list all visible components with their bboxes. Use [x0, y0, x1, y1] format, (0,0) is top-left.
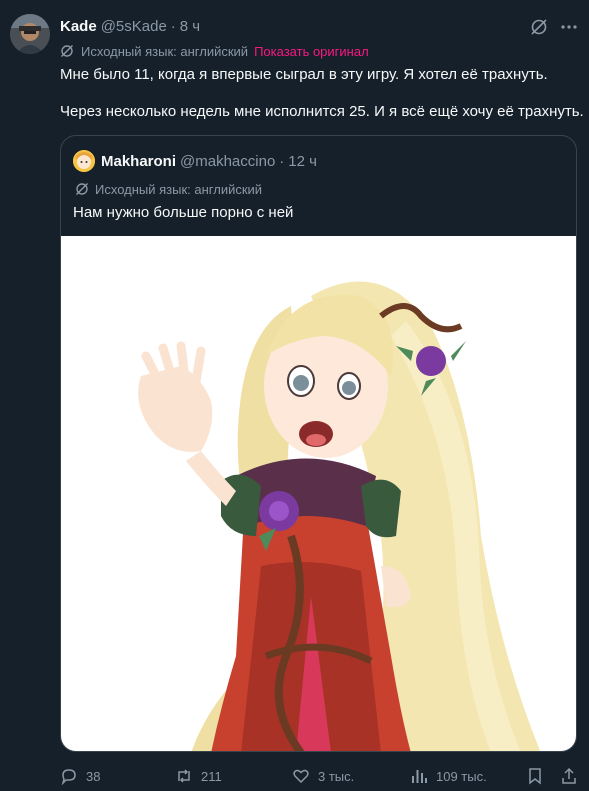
translate-icon: [75, 182, 89, 196]
quoted-author-name[interactable]: Makharoni: [101, 153, 176, 170]
show-original-link[interactable]: Показать оригинал: [254, 44, 369, 59]
translation-label: Исходный язык: английский: [81, 43, 249, 59]
views-count: 109 тыс.: [436, 768, 487, 784]
views-icon: [412, 770, 427, 783]
quoted-author-avatar[interactable]: [73, 150, 95, 172]
retweet-icon: [178, 769, 190, 783]
author-avatar[interactable]: [10, 14, 50, 54]
tweet-text-line1: Мне было 11, когда я впервые сыграл в эт…: [60, 66, 548, 83]
bookmark-button[interactable]: [526, 766, 544, 786]
quoted-author-handle[interactable]: @makhaccino: [180, 153, 275, 170]
separator-dot: ·: [170, 17, 176, 35]
quoted-media-image[interactable]: [61, 236, 576, 751]
reply-count: 38: [86, 768, 101, 784]
grok-icon[interactable]: [530, 18, 548, 36]
quoted-tweet[interactable]: Makharoni @makhaccino · 12 ч Исходный яз…: [60, 135, 577, 752]
quoted-time[interactable]: 12 ч: [288, 153, 317, 170]
share-icon: [562, 767, 576, 784]
more-dots-icon[interactable]: [558, 16, 580, 38]
action-bar: 38 211 3 тыс. 109 тыс.: [60, 766, 580, 786]
author-handle[interactable]: @5sKade: [101, 18, 167, 35]
separator-dot: ·: [279, 152, 285, 170]
quoted-header: Makharoni @makhaccino · 12 ч: [101, 151, 317, 171]
tweet[interactable]: Kade @5sKade · 8 ч Исходный язык: англий…: [0, 0, 589, 791]
heart-icon: [293, 769, 309, 784]
quoted-text: Нам нужно больше порно с ней: [73, 204, 294, 221]
views-button[interactable]: 109 тыс.: [410, 766, 487, 786]
reply-icon: [61, 769, 76, 785]
reply-button[interactable]: 38: [60, 766, 100, 786]
like-button[interactable]: 3 тыс.: [292, 766, 354, 786]
translation-note: Исходный язык: английский Показать ориги…: [60, 43, 369, 59]
tweet-header: Kade @5sKade · 8 ч: [60, 16, 200, 36]
retweet-button[interactable]: 211: [175, 766, 222, 786]
translate-icon: [60, 44, 74, 58]
tweet-text-line2: Через несколько недель мне исполнится 25…: [60, 103, 584, 120]
retweet-count: 211: [201, 768, 222, 784]
bookmark-icon: [529, 768, 541, 785]
author-name[interactable]: Kade: [60, 18, 97, 35]
quoted-translation-label: Исходный язык: английский: [95, 181, 263, 197]
tweet-time[interactable]: 8 ч: [180, 18, 200, 35]
like-count: 3 тыс.: [318, 768, 355, 784]
quoted-translation-note: Исходный язык: английский: [75, 181, 262, 197]
share-button[interactable]: [560, 766, 578, 786]
